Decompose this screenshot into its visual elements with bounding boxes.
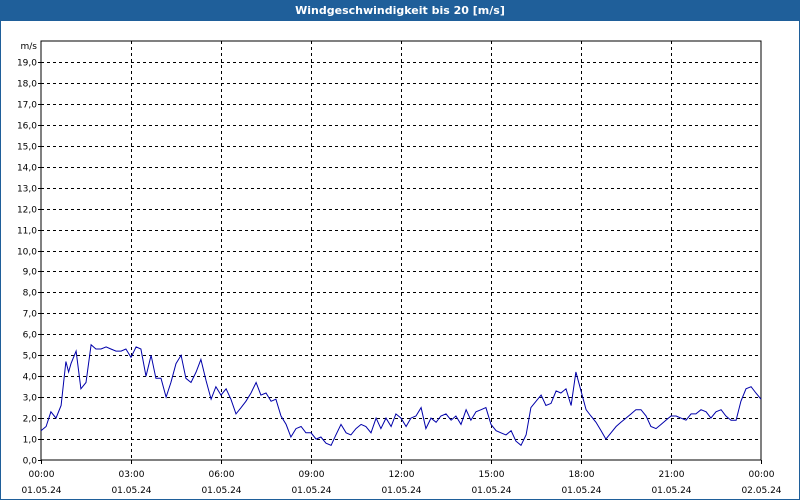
x-tick-date-label: 01.05.24 [201,486,241,496]
y-tick-label: 11,0 [17,227,37,237]
y-tick-label: 9,0 [23,268,38,278]
wind-speed-chart: 0,0 1,0 2,0 3,0 4,0 5,0 6,0 7,0 8,0 9,0 10,0 11,0 12… [17,40,782,496]
y-tick-label: 5,0 [23,352,38,362]
y-tick-label: 6,0 [23,331,38,341]
x-tick-time-label: 00:00 [749,470,775,480]
chart-window: Windgeschwindigkeit bis 20 [m/s] 0,0 1,0 2… [0,0,800,500]
y-tick-label: 0,0 [23,457,38,467]
x-tick-date-label: 01.05.24 [471,486,511,496]
y-tick-label: 2,0 [23,415,38,425]
y-tick-label: 13,0 [17,185,37,195]
y-tick-label: 14,0 [17,164,37,174]
y-tick-label: 17,0 [17,101,37,111]
x-tick-time-label: 12:00 [389,470,415,480]
x-tick-time-label: 15:00 [479,470,505,480]
y-tick-label: 15,0 [17,143,37,153]
y-tick-label: 3,0 [23,394,38,404]
x-tick-time-label: 18:00 [569,470,595,480]
x-tick-time-label: 09:00 [299,470,325,480]
x-tick-time-label: 03:00 [119,470,145,480]
y-tick-label: 1,0 [23,436,38,446]
y-tick-label: 8,0 [23,289,38,299]
y-tick-label: 12,0 [17,206,37,216]
x-tick-date-label: 02.05.24 [741,486,781,496]
x-tick-date-label: 01.05.24 [21,486,61,496]
y-axis-label: m/s [21,42,38,52]
x-tick-date-label: 01.05.24 [651,486,691,496]
x-tick-time-label: 00:00 [29,470,55,480]
y-tick-label: 19,0 [17,59,37,69]
grid-lines [41,41,761,460]
x-tick-date-label: 01.05.24 [291,486,331,496]
x-tick-date-label: 01.05.24 [111,486,151,496]
y-tick-label: 7,0 [23,310,38,320]
y-axis-ticks: 0,0 1,0 2,0 3,0 4,0 5,0 6,0 7,0 8,0 9,0 10,0 11,0 12… [17,59,41,467]
y-tick-label: 4,0 [23,373,38,383]
x-tick-date-label: 01.05.24 [561,486,601,496]
x-tick-time-label: 21:00 [659,470,685,480]
y-tick-label: 18,0 [17,80,37,90]
x-tick-date-label: 01.05.24 [381,486,421,496]
x-tick-time-label: 06:00 [209,470,235,480]
y-tick-label: 16,0 [17,122,37,132]
y-tick-label: 10,0 [17,248,37,258]
x-axis-ticks: 00:00 01.05.24 03:00 01.05.24 06:00 01.05.24 0… [21,460,782,496]
